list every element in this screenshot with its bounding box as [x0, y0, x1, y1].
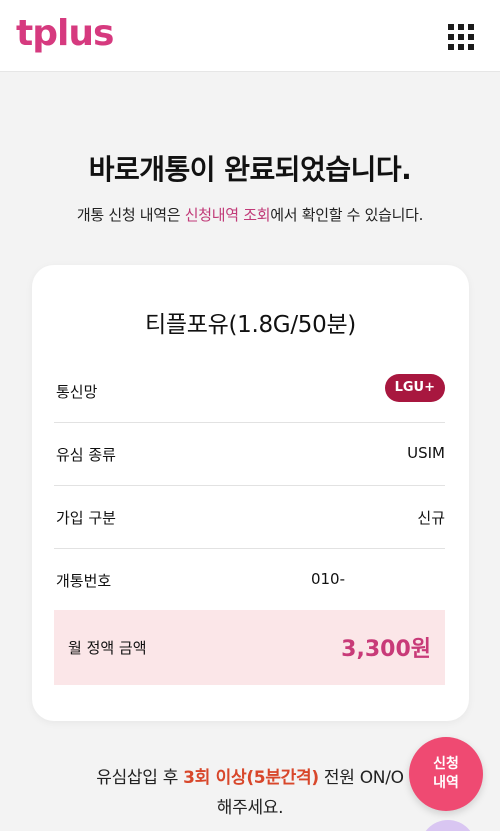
grid-menu-icon[interactable] — [448, 24, 474, 50]
fab-line-2: 내역 — [433, 775, 459, 791]
plan-name: 티플포유(1.8G/50분) — [145, 312, 356, 338]
phone-number-value: 010- — [310, 570, 345, 588]
plan-summary-card: 티플포유(1.8G/50분) 통신망 LGU+ 유심 종류 USIM 가입 구분… — [32, 265, 469, 721]
join-type-value: 신규 — [417, 509, 445, 527]
usim-type-label: 유심 종류 — [56, 446, 116, 464]
network-row: 통신망 LGU+ — [54, 360, 445, 423]
page-subtitle: 개통 신청 내역은 신청내역 조회에서 확인할 수 있습니다. — [0, 204, 500, 225]
network-badge: LGU+ — [384, 374, 445, 402]
fab-line-1: 신청 — [433, 756, 459, 772]
network-label: 통신망 — [56, 383, 98, 401]
usim-type-row: 유심 종류 USIM — [54, 423, 445, 486]
tplus-logo[interactable]: tplus — [16, 14, 114, 54]
monthly-fee-value: 3,300원 — [341, 637, 431, 662]
usim-type-value: USIM — [407, 444, 445, 462]
notice-part-1: 유심삽입 후 — [96, 768, 184, 788]
top-header: tplus — [0, 0, 500, 72]
notice-emphasis: 3회 이상(5분간격) — [183, 768, 319, 788]
monthly-fee-row: 월 정액 금액 3,300원 — [54, 610, 445, 685]
subtitle-suffix: 에서 확인할 수 있습니다. — [270, 206, 424, 224]
phone-number-row: 개통번호 010- — [54, 549, 445, 612]
application-history-link[interactable]: 신청내역 조회 — [185, 206, 271, 224]
notice-part-2: 전원 ON/O — [318, 768, 404, 788]
monthly-fee-label: 월 정액 금액 — [68, 639, 147, 657]
join-type-label: 가입 구분 — [56, 509, 116, 527]
page-title: 바로개통이 완료되었습니다. — [88, 153, 412, 186]
application-history-button[interactable]: 신청 내역 — [409, 737, 483, 811]
subtitle-prefix: 개통 신청 내역은 — [76, 206, 185, 224]
join-type-row: 가입 구분 신규 — [54, 486, 445, 549]
phone-number-label: 개통번호 — [56, 572, 112, 590]
